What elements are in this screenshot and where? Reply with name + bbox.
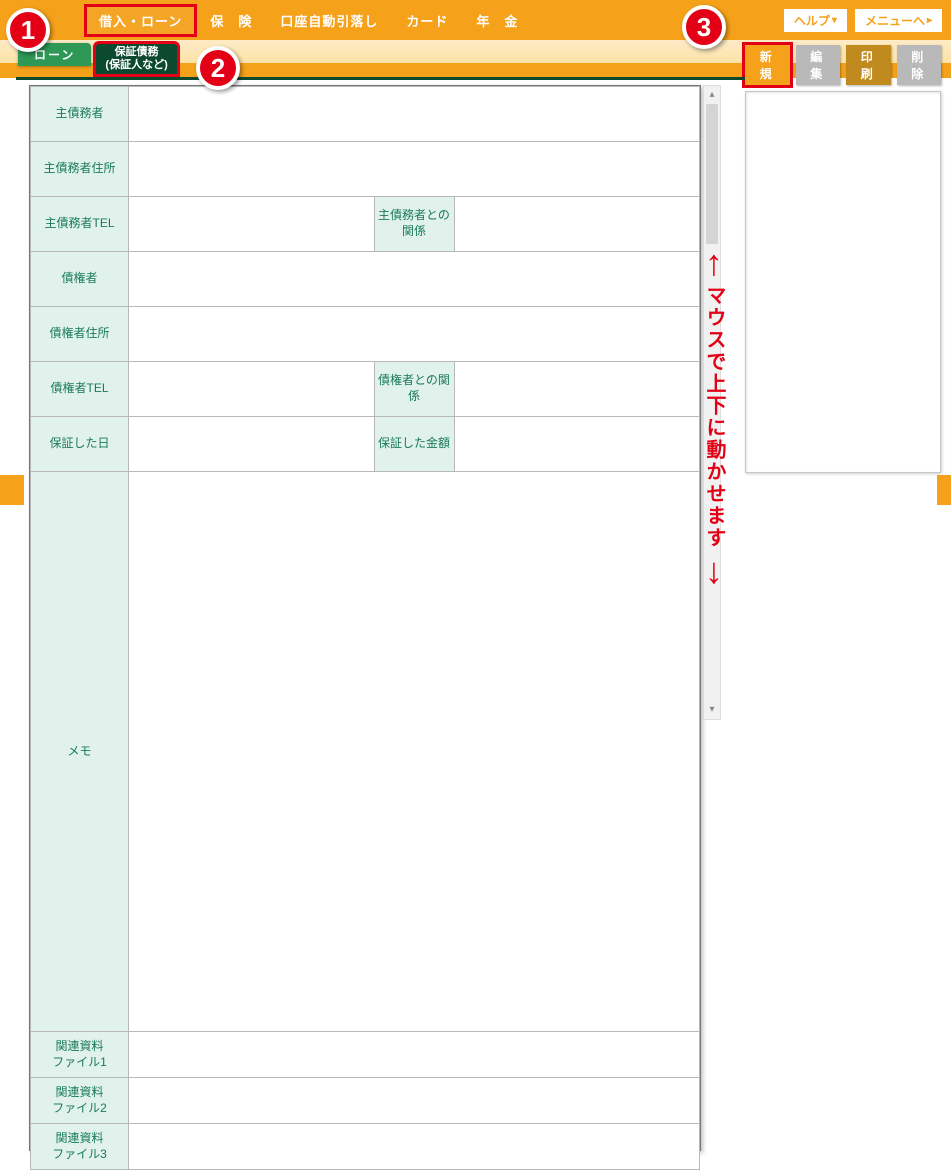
scroll-thumb[interactable] [706,104,718,244]
input-main-debtor-tel[interactable] [129,197,375,252]
label-main-debtor: 主債務者 [31,87,129,142]
label-file3-l2: ファイル3 [31,1147,128,1163]
nav-autodebit[interactable]: 口座自動引落し [266,5,392,36]
subtab-guarantee-l1: 保証債務 [105,46,167,59]
subtab-guarantee[interactable]: 保証債務 (保証人など) [95,43,177,75]
arrow-down-icon: ↓ [700,553,728,589]
input-file2[interactable] [129,1078,700,1124]
label-creditor-tel: 債権者TEL [31,362,129,417]
input-memo[interactable] [129,472,700,1032]
label-file1-l1: 関連資料 [31,1039,128,1055]
arrow-up-icon: ↑ [700,245,728,281]
top-nav: 借入・ローン 保 険 口座自動引落し カード 年 金 ヘルプ メニューへ [0,0,951,40]
input-creditor-rel[interactable] [454,362,700,417]
label-main-debtor-addr: 主債務者住所 [31,142,129,197]
subtab-guarantee-l2: (保証人など) [105,59,167,72]
label-creditor: 債権者 [31,252,129,307]
scroll-up-arrow-icon[interactable]: ▴ [704,86,720,104]
label-creditor-rel: 債権者との関係 [374,362,454,417]
input-creditor-tel[interactable] [129,362,375,417]
callout-1: 1 [6,8,50,52]
action-row: 新 規 編 集 印 刷 削 除 [745,45,941,85]
menu-button[interactable]: メニューへ [854,8,943,33]
nav-loan[interactable]: 借入・ローン [85,5,196,36]
input-file1[interactable] [129,1032,700,1078]
label-file1: 関連資料 ファイル1 [31,1032,129,1078]
record-listbox[interactable] [745,91,941,473]
label-guarantee-date: 保証した日 [31,417,129,472]
label-file2: 関連資料 ファイル2 [31,1078,129,1124]
label-main-debtor-tel: 主債務者TEL [31,197,129,252]
label-file2-l2: ファイル2 [31,1101,128,1117]
input-main-debtor-addr[interactable] [129,142,700,197]
label-file1-l2: ファイル1 [31,1055,128,1071]
right-panel: 新 規 編 集 印 刷 削 除 [745,45,941,473]
delete-button[interactable]: 削 除 [897,45,942,85]
input-main-debtor-rel[interactable] [454,197,700,252]
nav-insurance[interactable]: 保 険 [196,5,266,36]
label-file3-l1: 関連資料 [31,1131,128,1147]
new-button[interactable]: 新 規 [745,45,790,85]
label-creditor-addr: 債権者住所 [31,307,129,362]
scroll-down-arrow-icon[interactable]: ▾ [704,701,720,719]
label-guarantee-amount: 保証した金額 [374,417,454,472]
input-creditor-addr[interactable] [129,307,700,362]
input-file3[interactable] [129,1124,700,1170]
label-file3: 関連資料 ファイル3 [31,1124,129,1170]
label-memo: メモ [31,472,129,1032]
orange-accent-right [937,475,951,505]
input-creditor[interactable] [129,252,700,307]
callout-2: 2 [196,46,240,90]
label-file2-l1: 関連資料 [31,1085,128,1101]
input-guarantee-amount[interactable] [454,417,700,472]
divider-line [16,77,745,80]
callout-3: 3 [682,5,726,49]
input-main-debtor[interactable] [129,87,700,142]
nav-pension[interactable]: 年 金 [462,5,532,36]
help-button[interactable]: ヘルプ [783,8,848,33]
print-button[interactable]: 印 刷 [846,45,891,85]
form-area: 主債務者 主債務者住所 主債務者TEL 主債務者との関係 債権者 債権者住所 債… [29,85,701,1151]
edit-button[interactable]: 編 集 [796,45,841,85]
scroll-hint-text: マウスで上下に動かせます [700,285,729,549]
scroll-hint: ↑ マウスで上下に動かせます ↓ [700,245,728,589]
orange-accent-left [0,475,24,505]
nav-card[interactable]: カード [392,5,462,36]
label-main-debtor-rel: 主債務者との関係 [374,197,454,252]
form-table: 主債務者 主債務者住所 主債務者TEL 主債務者との関係 債権者 債権者住所 債… [30,86,700,1170]
input-guarantee-date[interactable] [129,417,375,472]
